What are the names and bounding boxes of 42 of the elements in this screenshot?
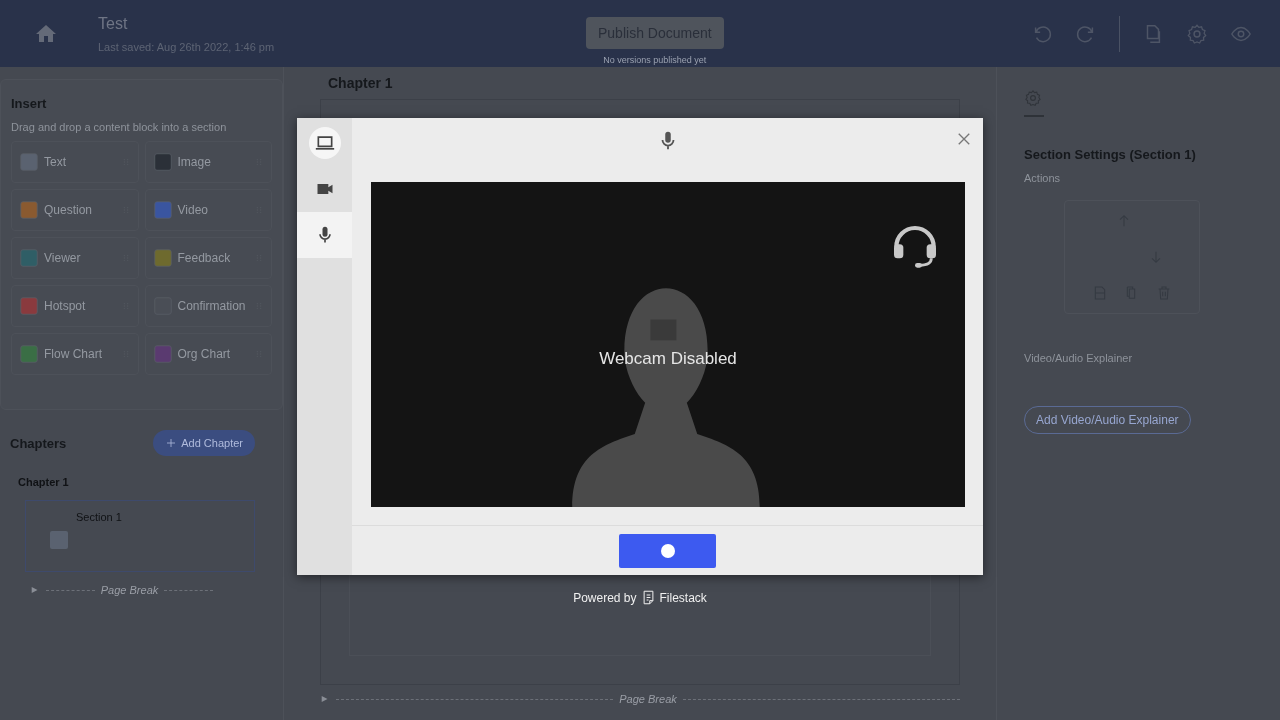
page-break-label: Page Break [100, 584, 159, 596]
powered-by-text: Powered by [573, 590, 637, 605]
content-block[interactable]: Viewer [11, 237, 139, 279]
content-block[interactable]: Text [11, 141, 139, 183]
block-label: Flow Chart [44, 347, 102, 361]
page-break-label: Page Break [619, 693, 677, 705]
record-button[interactable] [619, 533, 716, 568]
block-label: Text [44, 155, 66, 169]
block-label: Viewer [44, 251, 81, 265]
actions-label: Actions [1024, 172, 1062, 184]
settings-tab[interactable] [1024, 89, 1044, 117]
content-block[interactable]: Flow Chart [11, 333, 139, 375]
chapter-title[interactable]: Chapter 1 [18, 476, 273, 488]
content-block[interactable]: Confirmation [144, 285, 272, 327]
document-title: Test [98, 14, 129, 33]
webcam-disabled-text: Webcam Disabled [599, 348, 737, 369]
content-block[interactable]: Feedback [144, 237, 272, 279]
arrow-icon [320, 694, 330, 704]
block-label: Video [177, 203, 208, 217]
block-label: Confirmation [177, 299, 246, 313]
settings-icon[interactable] [1186, 22, 1208, 45]
publish-status-text: No versions published yet [603, 54, 707, 65]
explainer-label: Video/Audio Explainer [1024, 352, 1134, 364]
brand-name: Filestack [659, 590, 707, 605]
hint-text: Drag and drop a content block into a section [11, 121, 228, 133]
laptop-icon [314, 133, 335, 153]
content-block[interactable]: Video [144, 189, 272, 231]
text-block-icon [50, 531, 68, 549]
plus-icon [165, 437, 178, 449]
content-block[interactable]: Question [11, 189, 139, 231]
audio-tab[interactable] [297, 212, 352, 258]
block-label: Feedback [177, 251, 231, 265]
content-block[interactable]: Org Chart [144, 333, 272, 375]
block-label: Question [44, 203, 93, 217]
arrow-icon [30, 585, 40, 595]
content-block[interactable]: Hotspot [11, 285, 139, 327]
add-chapter-button[interactable]: Add Chapter [153, 430, 255, 456]
document-icon [640, 590, 656, 605]
block-label: Image [177, 155, 211, 169]
block-label: Hotspot [44, 299, 86, 313]
block-label: Org Chart [177, 347, 231, 361]
content-block[interactable]: Image [144, 141, 272, 183]
